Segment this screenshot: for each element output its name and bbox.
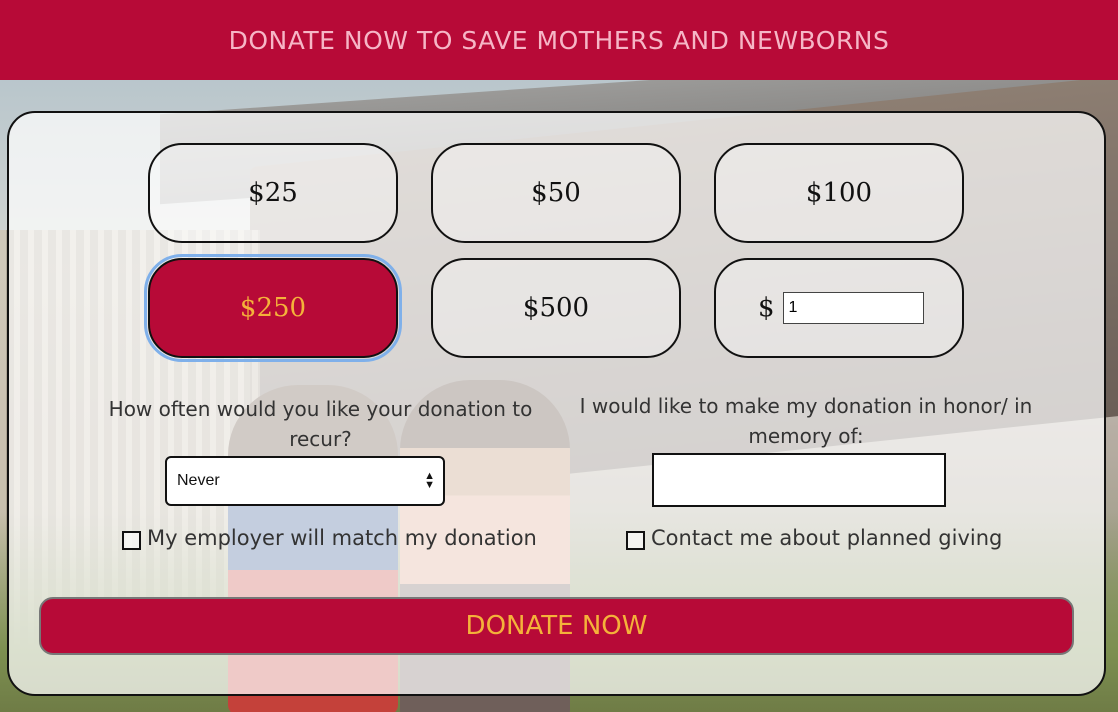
planned-giving-checkbox[interactable] xyxy=(626,530,645,550)
amount-250-button[interactable]: $250 xyxy=(144,254,402,362)
donate-now-button[interactable]: DONATE NOW xyxy=(39,597,1074,655)
amount-label: $250 xyxy=(239,293,307,323)
recurrence-selected-value: Never xyxy=(177,472,220,489)
currency-symbol: $ xyxy=(758,293,775,323)
recurrence-label: How often would you like your donation t… xyxy=(108,397,533,451)
donate-button-label: DONATE NOW xyxy=(465,611,648,641)
amount-100-button[interactable]: $100 xyxy=(714,143,964,243)
custom-amount-input[interactable] xyxy=(782,292,924,324)
amount-label: $25 xyxy=(248,178,298,208)
page-header: DONATE NOW TO SAVE MOTHERS AND NEWBORNS xyxy=(0,0,1118,80)
planned-giving-label: Contact me about planned giving xyxy=(651,526,1003,550)
employer-match-label: My employer will match my donation xyxy=(147,526,537,550)
amount-50-button[interactable]: $50 xyxy=(431,143,681,243)
select-arrows-icon: ▲ ▼ xyxy=(424,470,435,491)
custom-amount-box[interactable]: $ xyxy=(714,258,964,358)
honor-label: I would like to make my donation in hono… xyxy=(579,394,1033,448)
employer-match-checkbox[interactable] xyxy=(122,530,141,550)
honor-input[interactable] xyxy=(652,453,946,507)
amount-label: $100 xyxy=(805,178,873,208)
recurrence-select[interactable]: Never ▲ ▼ xyxy=(165,456,445,506)
page-title: DONATE NOW TO SAVE MOTHERS AND NEWBORNS xyxy=(228,25,890,55)
amount-25-button[interactable]: $25 xyxy=(148,143,398,243)
planned-giving-option[interactable]: Contact me about planned giving xyxy=(626,526,1002,550)
employer-match-option[interactable]: My employer will match my donation xyxy=(122,526,537,550)
amount-500-button[interactable]: $500 xyxy=(431,258,681,358)
amount-label: $50 xyxy=(531,178,581,208)
amount-label: $500 xyxy=(522,293,590,323)
